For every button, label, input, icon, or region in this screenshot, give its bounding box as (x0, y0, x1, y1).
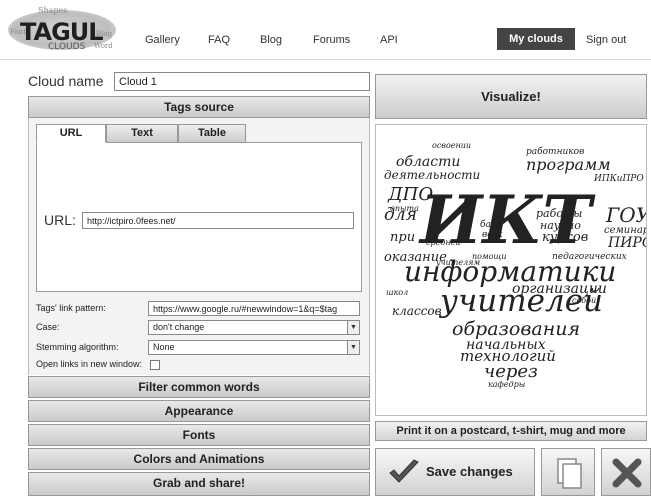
appearance-header[interactable]: Appearance (28, 400, 370, 422)
cloud-word: деятельности (384, 168, 480, 182)
cloud-word: ГОУ (605, 203, 647, 227)
copy-cloud-button[interactable] (541, 448, 595, 496)
link-pattern-label: Tags' link pattern: (36, 303, 106, 313)
word-cloud-preview[interactable]: освоении работников области программ дея… (375, 124, 647, 416)
url-input[interactable] (82, 212, 354, 229)
cloud-word: учителей (438, 283, 603, 319)
delete-cloud-button[interactable] (601, 448, 651, 496)
cloud-word: классов (392, 304, 442, 318)
tags-source-header[interactable]: Tags source (28, 96, 370, 118)
filter-common-words-header[interactable]: Filter common words (28, 376, 370, 398)
cloud-word: при (390, 230, 415, 245)
url-label: URL: (44, 212, 76, 228)
cloud-word: ИПКиПРО (593, 174, 644, 184)
save-changes-label: Save changes (426, 464, 513, 479)
stemming-select[interactable]: None ▼ (148, 340, 360, 355)
cloud-word: школ (386, 288, 408, 297)
cloud-name-input[interactable] (114, 72, 370, 91)
fonts-header[interactable]: Fonts (28, 424, 370, 446)
case-label: Case: (36, 322, 60, 332)
nav-sign-out[interactable]: Sign out (586, 34, 626, 46)
close-icon (612, 458, 642, 488)
new-window-label: Open links in new window: (36, 359, 143, 369)
tab-url[interactable]: URL (36, 124, 106, 143)
cloud-word: всех (482, 230, 503, 240)
top-navigation: Shapes Blog Font Word TAGUL CLOUDS Galle… (0, 0, 651, 60)
cloud-word: учителям (435, 258, 480, 267)
tab-table[interactable]: Table (178, 124, 246, 143)
cloud-word: курсов (542, 230, 588, 245)
copy-icon (557, 458, 582, 489)
word-cloud-canvas: освоении работников области программ дея… (384, 141, 647, 389)
nav-my-clouds[interactable]: My clouds (497, 28, 575, 50)
nav-blog[interactable]: Blog (260, 34, 282, 46)
tab-text[interactable]: Text (106, 124, 178, 143)
stemming-label: Stemming algorithm: (36, 342, 119, 352)
chevron-down-icon[interactable]: ▼ (347, 321, 359, 334)
save-changes-button[interactable]: Save changes (375, 448, 535, 496)
tagul-logo[interactable]: Shapes Blog Font Word TAGUL CLOUDS (8, 4, 120, 56)
cloud-word: базе (480, 219, 501, 230)
new-window-checkbox[interactable] (150, 360, 160, 370)
chevron-down-icon[interactable]: ▼ (347, 341, 359, 354)
nav-gallery[interactable]: Gallery (145, 34, 180, 46)
nav-faq[interactable]: FAQ (208, 34, 230, 46)
print-merch-button[interactable]: Print it on a postcard, t-shirt, mug and… (375, 421, 647, 441)
cloud-word: средней (426, 238, 461, 247)
nav-forums[interactable]: Forums (313, 34, 350, 46)
cloud-word: программ (526, 155, 611, 174)
cloud-word: ПИРО (607, 235, 647, 251)
grab-and-share-header[interactable]: Grab and share! (28, 472, 370, 496)
visualize-button[interactable]: Visualize! (375, 74, 647, 119)
cloud-word: кафедры (488, 380, 525, 389)
stemming-selected-value: None (153, 342, 175, 352)
logo-word: Shapes (38, 6, 68, 15)
case-select[interactable]: don't change ▼ (148, 320, 360, 335)
link-pattern-input[interactable] (148, 301, 360, 316)
checkmark-icon (389, 459, 419, 483)
cloud-word: освоении (432, 141, 471, 150)
cloud-word: через (484, 361, 538, 382)
cloud-word: опыта (390, 204, 419, 213)
colors-animations-header[interactable]: Colors and Animations (28, 448, 370, 470)
cloud-name-label: Cloud name (28, 73, 104, 89)
nav-api[interactable]: API (380, 34, 398, 46)
case-selected-value: don't change (153, 322, 205, 332)
logo-sub: CLOUDS (48, 42, 86, 52)
